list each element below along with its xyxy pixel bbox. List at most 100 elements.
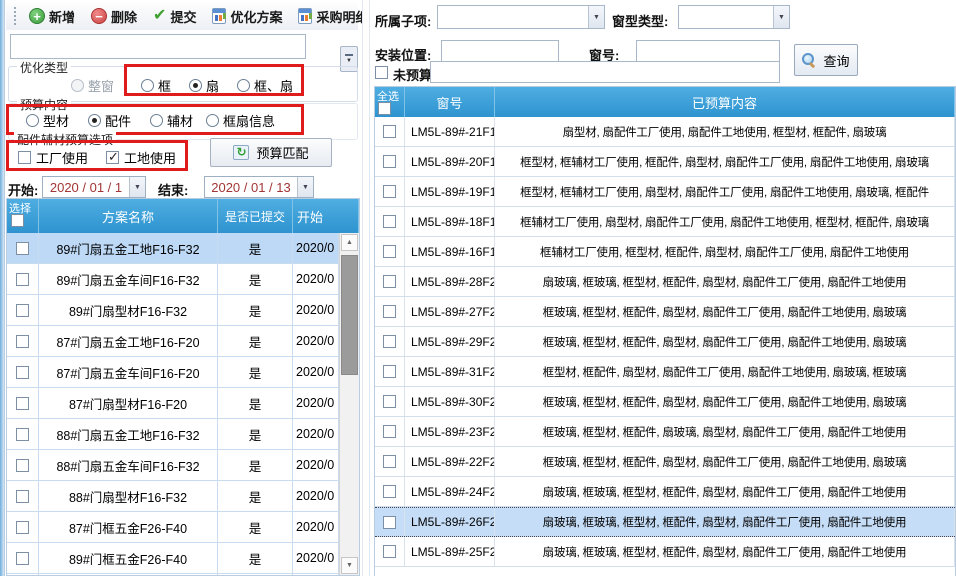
plan-table-row[interactable]: 89#门扇型材F16-F32 是 2020/0 <box>7 295 339 326</box>
window-no-cell: LM5L-89#-29F27 <box>405 327 495 356</box>
budgeted-content-header[interactable]: 已预算内容 <box>495 87 955 117</box>
add-button[interactable]: + 新增 <box>23 3 81 30</box>
plan-table-row[interactable]: 87#门框五金F26-F40 是 2020/0 <box>7 512 339 543</box>
row-checkbox[interactable] <box>383 185 396 198</box>
start-header[interactable]: 开始 <box>293 199 359 233</box>
row-checkbox[interactable] <box>383 516 396 529</box>
plan-table-row[interactable]: 87#门扇五金车间F16-F20 是 2020/0 <box>7 357 339 388</box>
plan-table-row[interactable]: 87#门扇五金工地F16-F20 是 2020/0 <box>7 326 339 357</box>
row-checkbox[interactable] <box>383 125 396 138</box>
row-checkbox[interactable] <box>16 521 29 534</box>
budget-match-button[interactable]: ↻ 预算匹配 <box>210 138 332 167</box>
window-table-row[interactable]: LM5L-89#-19F17 框型材, 框辅材工厂使用, 扇型材, 扇配件工厂使… <box>375 177 955 207</box>
row-checkbox[interactable] <box>16 366 29 379</box>
row-checkbox[interactable] <box>383 305 396 318</box>
panel-splitter[interactable] <box>362 0 370 576</box>
row-checkbox[interactable] <box>383 365 396 378</box>
row-checkbox[interactable] <box>383 485 396 498</box>
scrollbar-thumb[interactable] <box>341 255 358 375</box>
radio-icon <box>71 79 84 92</box>
plan-table-row[interactable]: 88#门扇型材F16-F32 是 2020/0 <box>7 481 339 512</box>
window-no-header[interactable]: 窗号 <box>405 87 495 117</box>
radio-whole-window[interactable]: 整窗 <box>71 76 114 95</box>
plan-table-row[interactable]: 89#门扇五金车间F16-F32 是 2020/0 <box>7 264 339 295</box>
chevron-down-icon[interactable]: ▼ <box>129 177 145 197</box>
row-checkbox[interactable] <box>16 552 29 565</box>
site-use-checkbox[interactable]: 工地使用 <box>106 148 176 167</box>
submitted-header[interactable]: 是否已提交 <box>218 199 293 233</box>
window-table-row[interactable]: LM5L-89#-23F21 框玻璃, 框型材, 框配件, 扇玻璃, 扇型材, … <box>375 417 955 447</box>
plan-table-row[interactable]: 87#门扇型材F16-F20 是 2020/0 <box>7 388 339 419</box>
row-checkbox[interactable] <box>383 425 396 438</box>
row-checkbox[interactable] <box>383 215 396 228</box>
plan-name-cell: 89#门框五金F26-F40 <box>39 543 218 573</box>
chevron-down-icon[interactable]: ▼ <box>297 177 313 197</box>
optimize-plan-button[interactable]: 优化方案 <box>206 3 288 30</box>
window-table-row[interactable]: LM5L-89#-16F15 框辅材工厂使用, 框型材, 框配件, 扇型材, 扇… <box>375 237 955 267</box>
row-checkbox[interactable] <box>16 273 29 286</box>
query-button[interactable]: 查询 <box>794 44 858 76</box>
start-date-value: 2020 / 01 / 1 <box>43 180 129 195</box>
radio-profile[interactable]: 型材 <box>26 111 69 130</box>
left-splitter[interactable] <box>0 0 5 576</box>
radio-frame-sash[interactable]: 框、扇 <box>237 76 293 95</box>
row-checkbox[interactable] <box>383 545 396 558</box>
window-table-row[interactable]: LM5L-89#-28F26 扇玻璃, 框玻璃, 框型材, 框配件, 扇型材, … <box>375 267 955 297</box>
scroll-up-icon[interactable]: ▲ <box>341 234 358 251</box>
submit-button[interactable]: ✔ 提交 <box>147 3 202 30</box>
row-checkbox[interactable] <box>383 335 396 348</box>
plan-name-header[interactable]: 方案名称 <box>39 199 218 233</box>
row-checkbox[interactable] <box>16 459 29 472</box>
window-table-row[interactable]: LM5L-89#-20F18 框型材, 框辅材工厂使用, 框配件, 扇型材, 扇… <box>375 147 955 177</box>
plan-table-row[interactable]: 89#门框五金F26-F40 是 2020/0 <box>7 543 339 574</box>
window-table-row[interactable]: LM5L-89#-18F16 框辅材工厂使用, 扇型材, 扇配件工厂使用, 扇配… <box>375 207 955 237</box>
window-table-row[interactable]: LM5L-89#-29F27 框玻璃, 框型材, 框配件, 扇型材, 扇配件工厂… <box>375 327 955 357</box>
chevron-down-icon[interactable]: ▼ <box>588 6 604 28</box>
window-table-row[interactable]: LM5L-89#-31F29 框型材, 框配件, 扇型材, 扇配件工厂使用, 扇… <box>375 357 955 387</box>
row-checkbox[interactable] <box>16 428 29 441</box>
delete-button[interactable]: − 删除 <box>85 3 143 30</box>
start-date-picker[interactable]: 2020 / 01 / 1 ▼ <box>42 176 146 198</box>
row-checkbox[interactable] <box>16 335 29 348</box>
row-checkbox[interactable] <box>16 490 29 503</box>
radio-frame[interactable]: 框 <box>141 76 171 95</box>
window-no-input[interactable] <box>636 40 780 63</box>
plan-table-row[interactable]: 88#门扇五金工地F16-F32 是 2020/0 <box>7 419 339 450</box>
select-all-checkbox[interactable] <box>11 214 24 227</box>
window-type-select[interactable]: ▼ <box>678 5 790 29</box>
plan-table-body: 89#门扇五金工地F16-F32 是 2020/0 89#门扇五金车间F16-F… <box>7 233 339 575</box>
row-checkbox[interactable] <box>16 242 29 255</box>
plan-table-scrollbar[interactable]: ▲ ▼ <box>339 233 359 575</box>
radio-frame-sash-info[interactable]: 框扇信息 <box>206 111 275 130</box>
plan-table-row[interactable]: 88#门扇五金车间F16-F32 是 2020/0 <box>7 450 339 481</box>
row-checkbox[interactable] <box>383 275 396 288</box>
radio-accessory[interactable]: 配件 <box>88 111 131 130</box>
toolbar-grip[interactable] <box>14 7 16 25</box>
window-table-row[interactable]: LM5L-89#-30F28 框玻璃, 框型材, 框配件, 扇型材, 扇配件工厂… <box>375 387 955 417</box>
select-all-checkbox[interactable] <box>378 102 391 115</box>
factory-use-checkbox[interactable]: 工厂使用 <box>18 148 88 167</box>
window-table-row[interactable]: LM5L-89#-25F23 扇玻璃, 框玻璃, 框型材, 框配件, 扇型材, … <box>375 537 955 567</box>
scroll-down-icon[interactable]: ▼ <box>341 557 358 574</box>
sub-item-select[interactable]: ▼ <box>437 5 605 29</box>
radio-auxiliary[interactable]: 辅材 <box>150 111 193 130</box>
no-budget-input[interactable] <box>430 61 780 83</box>
row-checkbox[interactable] <box>383 245 396 258</box>
window-table-row[interactable]: LM5L-89#-26F24 扇玻璃, 框玻璃, 框型材, 框配件, 扇型材, … <box>375 507 955 537</box>
radio-sash[interactable]: 扇 <box>189 76 219 95</box>
row-checkbox[interactable] <box>383 455 396 468</box>
end-date-picker[interactable]: 2020 / 01 / 13 ▼ <box>204 176 314 198</box>
row-checkbox[interactable] <box>383 155 396 168</box>
window-table-row[interactable]: LM5L-89#-27F25 框玻璃, 框型材, 框配件, 扇型材, 扇配件工厂… <box>375 297 955 327</box>
row-checkbox[interactable] <box>16 397 29 410</box>
row-checkbox[interactable] <box>16 304 29 317</box>
window-table-row[interactable]: LM5L-89#-21F19 扇型材, 扇配件工厂使用, 扇配件工地使用, 框型… <box>375 117 955 147</box>
chevron-down-icon[interactable]: ▼ <box>773 6 789 28</box>
window-table-row[interactable]: LM5L-89#-24F22 扇玻璃, 框玻璃, 框型材, 框配件, 扇型材, … <box>375 477 955 507</box>
no-budget-checkbox[interactable] <box>375 66 388 79</box>
plan-table-row[interactable]: 89#门扇五金工地F16-F32 是 2020/0 <box>7 233 339 264</box>
row-checkbox[interactable] <box>383 395 396 408</box>
install-pos-input[interactable] <box>441 40 559 63</box>
window-table-row[interactable]: LM5L-89#-22F20 框玻璃, 框型材, 框配件, 扇型材, 扇配件工厂… <box>375 447 955 477</box>
plan-filter-input[interactable] <box>10 34 306 59</box>
